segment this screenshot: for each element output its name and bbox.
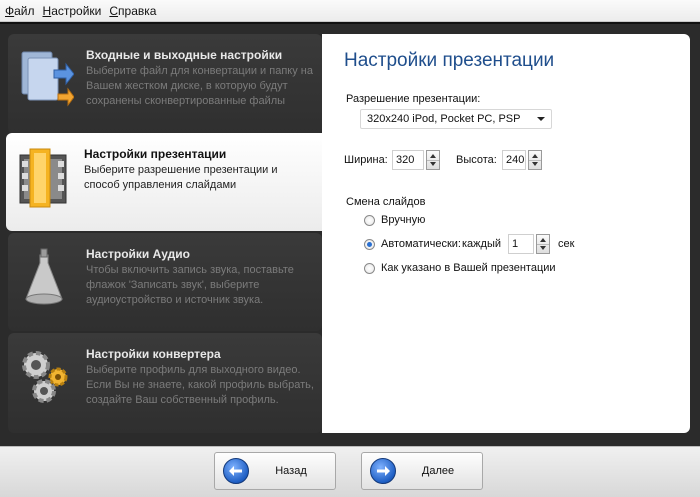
arrow-up-icon xyxy=(430,154,436,158)
sidebar-item-presentation[interactable]: Настройки презентации Выберите разрешени… xyxy=(6,133,324,231)
arrow-up-icon xyxy=(540,238,546,242)
bottom-bar: Назад Далее xyxy=(0,446,700,497)
chevron-down-icon[interactable] xyxy=(537,117,545,121)
page-title: Настройки презентации xyxy=(344,50,555,71)
resolution-select[interactable]: 320x240 iPod, Pocket PC, PSP xyxy=(360,109,552,129)
arrow-down-icon xyxy=(532,162,538,166)
radio-auto-label: Автоматически: xyxy=(381,238,461,250)
sidebar-item-title: Настройки презентации xyxy=(84,147,227,161)
radio-manual-label: Вручную xyxy=(381,214,426,226)
settings-panel: Настройки презентации Разрешение презент… xyxy=(322,34,690,433)
radio-auto[interactable] xyxy=(364,239,375,250)
megaphone-icon xyxy=(18,245,74,315)
sidebar-item-title: Настройки конвертера xyxy=(86,347,221,361)
sidebar-item-converter[interactable]: Настройки конвертера Выберите профиль дл… xyxy=(8,333,322,433)
height-stepper[interactable] xyxy=(528,150,542,170)
sidebar-item-desc: Выберите файл для конвертации и папку на… xyxy=(86,65,313,107)
slides-icon xyxy=(16,145,72,215)
slide-change-label: Смена слайдов xyxy=(346,196,426,208)
sidebar-item-title: Входные и выходные настройки xyxy=(86,48,283,62)
menu-settings[interactable]: Настройки xyxy=(41,4,108,18)
arrow-left-icon xyxy=(223,458,249,484)
back-button-label: Назад xyxy=(275,465,307,477)
radio-as-presentation[interactable] xyxy=(364,263,375,274)
menu-bar: Файл Настройки Справка xyxy=(0,0,700,22)
radio-as-presentation-label: Как указано в Вашей презентации xyxy=(381,262,556,274)
sidebar-item-desc: Чтобы включить запись звука, поставьте ф… xyxy=(86,264,294,306)
every-label: каждый xyxy=(462,238,501,250)
height-label: Высота: xyxy=(456,154,497,166)
arrow-up-icon xyxy=(532,154,538,158)
interval-input[interactable]: 1 xyxy=(508,234,534,254)
gears-icon xyxy=(18,345,74,415)
next-button-label: Далее xyxy=(421,465,455,477)
next-button[interactable]: Далее xyxy=(361,452,483,490)
height-input[interactable]: 240 xyxy=(502,150,526,170)
sidebar-item-desc: Выберите профиль для выходного видео. Ес… xyxy=(86,364,314,406)
width-stepper[interactable] xyxy=(426,150,440,170)
radio-manual[interactable] xyxy=(364,215,375,226)
resolution-label: Разрешение презентации: xyxy=(346,93,481,105)
arrow-right-icon xyxy=(370,458,396,484)
sidebar-item-input-output[interactable]: Входные и выходные настройки Выберите фа… xyxy=(8,34,322,134)
arrow-down-icon xyxy=(540,246,546,250)
resolution-value: 320x240 iPod, Pocket PC, PSP xyxy=(367,113,521,125)
width-label: Ширина: xyxy=(344,154,388,166)
seconds-label: сек xyxy=(558,238,575,250)
arrow-down-icon xyxy=(430,162,436,166)
back-button[interactable]: Назад xyxy=(214,452,336,490)
width-input[interactable]: 320 xyxy=(392,150,424,170)
files-icon xyxy=(18,46,75,116)
sidebar-item-desc: Выберите разрешение презентации и способ… xyxy=(84,164,278,191)
menu-file[interactable]: Файл xyxy=(3,4,41,18)
sidebar-item-audio[interactable]: Настройки Аудио Чтобы включить запись зв… xyxy=(8,233,322,331)
sidebar-item-title: Настройки Аудио xyxy=(86,247,191,261)
menu-help[interactable]: Справка xyxy=(107,4,162,18)
interval-stepper[interactable] xyxy=(536,234,550,254)
